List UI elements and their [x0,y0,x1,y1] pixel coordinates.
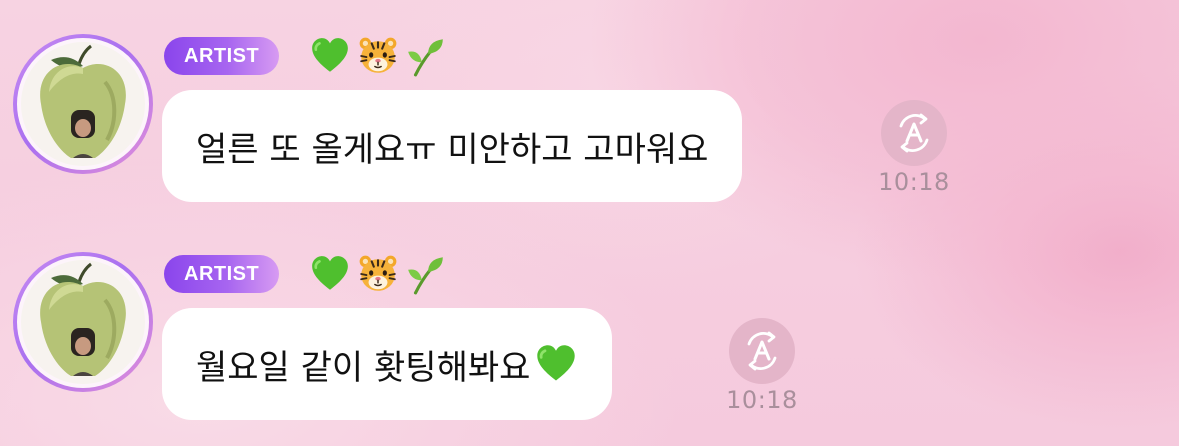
message-text: 얼른 또 올게요ㅠ 미안하고 고마워요 [196,129,709,170]
emoji-row [309,34,447,78]
message-header: ARTIST [164,34,447,78]
translate-button[interactable] [881,100,947,166]
message-time: 10:18 [726,386,798,414]
artist-avatar[interactable] [13,252,153,392]
message-text: 월요일 같이 홧팅해봐요 [196,347,531,388]
tiger-face-icon [359,37,397,73]
message-time: 10:18 [878,168,950,196]
translate-icon [899,113,929,153]
message-header: ARTIST [164,252,447,296]
artist-avatar[interactable] [13,34,153,174]
artist-badge: ARTIST [164,37,280,75]
emoji-row [309,252,447,296]
seedling-icon [408,257,444,295]
message-bubble[interactable]: 얼른 또 올게요ㅠ 미안하고 고마워요 [162,90,743,202]
seedling-icon [408,39,444,77]
artist-badge: ARTIST [164,255,280,293]
translate-button[interactable] [729,318,795,384]
avatar-image [17,256,149,388]
message-meta: 10:18 [869,100,959,196]
message-bubble[interactable]: 월요일 같이 홧팅해봐요 [162,308,613,420]
green-heart-icon [312,256,349,290]
avatar-image [17,38,149,170]
translate-icon [747,331,777,371]
green-heart-icon [537,345,576,381]
green-heart-icon [312,38,349,72]
tiger-face-icon [359,255,397,291]
message-meta: 10:18 [717,318,807,414]
